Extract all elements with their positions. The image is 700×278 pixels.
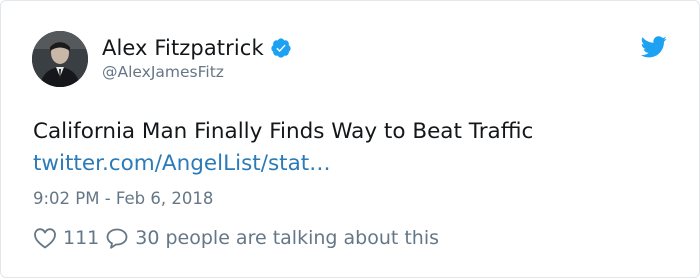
author-display-name[interactable]: Alex Fitzpatrick: [102, 36, 264, 60]
avatar-photo: [32, 31, 88, 87]
tweet-link[interactable]: twitter.com/AngelList/stat…: [33, 151, 331, 176]
verified-badge-icon: [271, 38, 291, 58]
heart-icon[interactable]: [33, 227, 57, 249]
twitter-bird-icon[interactable]: [641, 36, 667, 58]
tweet-card[interactable]: Alex Fitzpatrick @AlexJamesFitz Californ…: [0, 0, 700, 278]
tweet-actions: 111 30 people are talking about this: [33, 225, 439, 251]
speech-bubble-icon[interactable]: [105, 227, 129, 249]
tweet-text: California Man Finally Finds Way to Beat…: [33, 119, 534, 144]
author-name-row[interactable]: Alex Fitzpatrick: [102, 34, 292, 62]
avatar[interactable]: [32, 31, 88, 87]
talking-about-text[interactable]: 30 people are talking about this: [135, 227, 439, 249]
author-handle[interactable]: @AlexJamesFitz: [102, 63, 224, 81]
tweet-timestamp[interactable]: 9:02 PM - Feb 6, 2018: [33, 189, 213, 208]
like-count[interactable]: 111: [63, 227, 99, 249]
